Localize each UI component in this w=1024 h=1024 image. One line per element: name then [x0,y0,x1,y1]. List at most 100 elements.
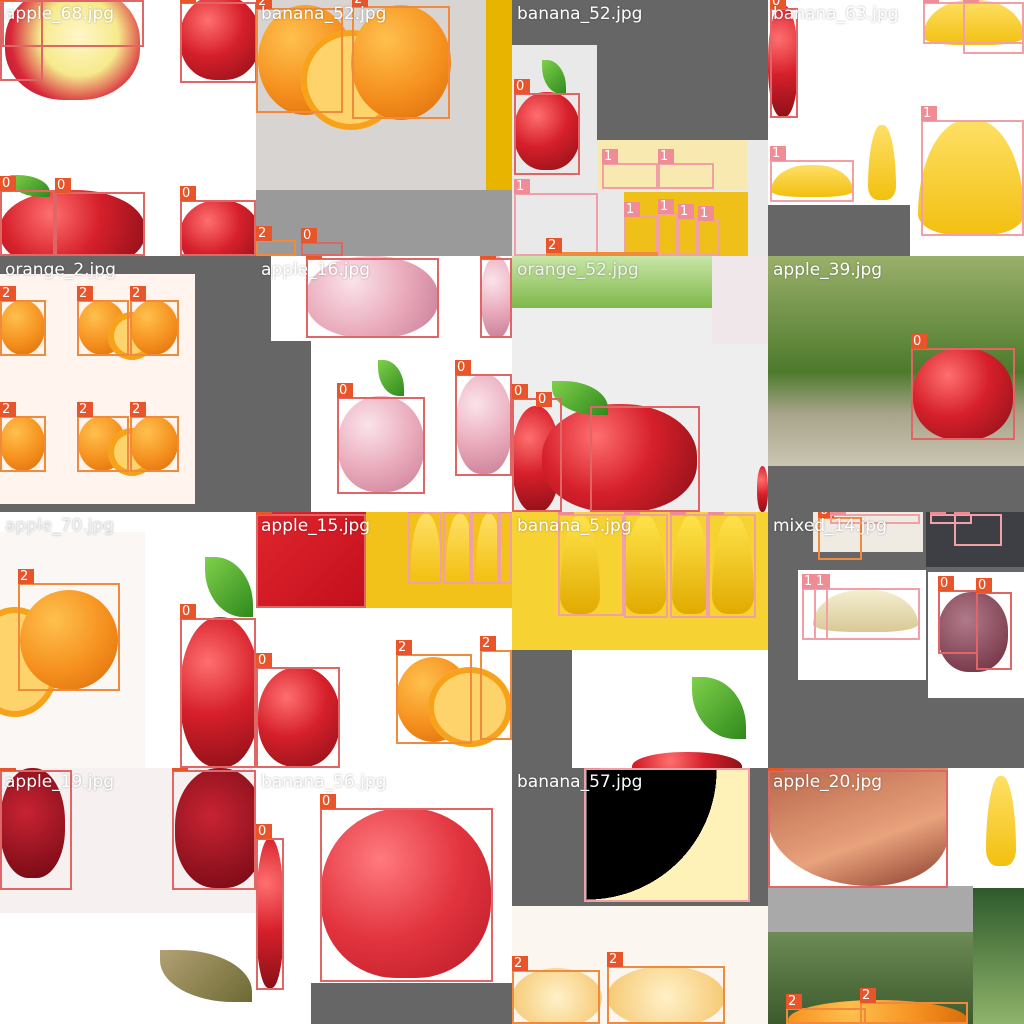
detection-box: 1 [408,512,442,584]
class-tag: 0 [180,186,196,201]
image-filename-label: banana_63.jpg [773,4,899,24]
detection-box: 2 [0,286,46,356]
leaf-image [378,360,404,396]
class-tag: 2 [512,956,528,971]
image-filename-label: apple_68.jpg [5,4,115,24]
class-tag: 2 [18,569,34,584]
image-filename-label: banana_5.jpg [517,516,632,536]
image-filename-label: orange_52.jpg [517,260,639,280]
mosaic-tile: 1 1 1 1 banana_5.jpg [512,512,768,768]
detection-box: 2 [786,994,866,1024]
mosaic-tile: 0 apple_39.jpg [768,256,1024,512]
class-tag: 1 [923,0,939,3]
class-tag: 0 [480,256,496,259]
detection-box: 1 [602,149,658,189]
detection-box: 0 [976,578,1012,670]
class-tag: 1 [499,512,512,513]
class-tag: 1 [443,512,459,513]
class-tag: 1 [658,199,674,214]
class-tag: 1 [658,149,674,164]
class-tag: 2 [786,994,802,1009]
detection-box: 1 [471,512,499,584]
detection-box: 0 [180,0,256,83]
detection-box: 2 [18,569,120,691]
detection-box: 0 [337,383,425,494]
class-tag: 2 [0,286,16,301]
image-filename-label: orange_2.jpg [5,260,116,280]
class-tag: 0 [180,604,196,619]
detection-box: 1 [658,199,678,256]
class-tag: 2 [256,226,272,241]
detection-box: 1 [954,512,1002,546]
mosaic-tile: 0 0 0 0 apple_16.jpg [256,256,512,512]
class-tag: 1 [698,206,714,221]
class-tag: 0 [976,578,992,593]
detection-box: 1 [921,106,1024,236]
class-tag: 2 [130,286,146,301]
class-tag: 2 [77,402,93,417]
detection-box: 1 [814,574,920,640]
class-tag: 1 [708,512,724,515]
class-tag: 0 [337,383,353,398]
class-tag: 0 [172,768,188,771]
detection-box: 2 [0,402,46,472]
class-tag: 1 [670,512,686,515]
detection-box: 0 [480,256,512,338]
detection-box: 2 [546,238,658,256]
class-tag: 1 [584,768,600,769]
class-tag: 1 [471,512,487,513]
class-tag: 1 [558,512,574,515]
image-filename-label: banana_57.jpg [517,772,643,792]
class-tag: 0 [938,576,954,591]
mosaic-tile: 2 2 2 0 banana_52.jpg [256,0,512,256]
class-tag: 1 [954,512,970,515]
class-tag: 0 [455,360,471,375]
detection-box: 0 [256,653,340,768]
class-tag: 0 [512,384,528,399]
detection-box: 2 [77,402,129,472]
class-tag: 0 [256,512,272,515]
detection-box: 0 [0,176,55,256]
detection-box: 2 [130,402,179,472]
image-filename-label: apple_16.jpg [261,260,371,280]
class-tag: 0 [911,334,927,349]
mosaic-tile: 2 2 2 2 2 2 orange_2.jpg [0,256,256,512]
detection-box: 2 [130,286,179,356]
mosaic-tile: 0 1 1 1 1 1 1 1 2 banana_52.jpg [512,0,768,256]
class-tag: 0 [301,228,317,243]
class-tag: 1 [624,512,640,515]
class-tag: 1 [770,146,786,161]
detection-box: 1 [443,512,471,584]
leaf-image [542,60,566,94]
detection-box: 0 [301,228,343,256]
detection-box: 0 [256,824,284,990]
mosaic-tile: 0 0 banana_56.jpg [256,768,512,1024]
apple-image [757,466,768,512]
training-batch-mosaic: 0 0 2 0 0 0 apple_68.jpg 2 2 2 0 banana_… [0,0,1024,1024]
mosaic-tile: 0 0 apple_19.jpg [0,768,256,1024]
image-filename-label: banana_52.jpg [261,4,387,24]
image-filename-label: apple_20.jpg [773,772,883,792]
class-tag: 2 [860,988,876,1003]
image-background [973,888,1024,1024]
leaf-image [205,557,253,617]
apple-image [632,752,742,768]
class-tag: 0 [536,392,552,407]
class-tag: 1 [514,179,530,194]
letterbox-padding [597,45,768,140]
detection-box: 1 [708,512,756,618]
class-tag: 0 [256,653,272,668]
detection-box: 0 [180,604,256,768]
letterbox-padding [256,256,271,512]
detection-box: 0 [172,768,256,890]
class-tag: 0 [180,0,196,3]
image-filename-label: mixed_14.jpg [773,516,887,536]
detection-box: 2 [77,286,129,356]
class-tag: 0 [320,794,336,809]
detection-box: 0 [911,334,1015,440]
image-filename-label: apple_39.jpg [773,260,883,280]
image-filename-label: banana_52.jpg [517,4,643,24]
class-tag: 1 [830,512,846,515]
detection-box: 0 [512,384,562,512]
leaf-image [692,677,746,739]
